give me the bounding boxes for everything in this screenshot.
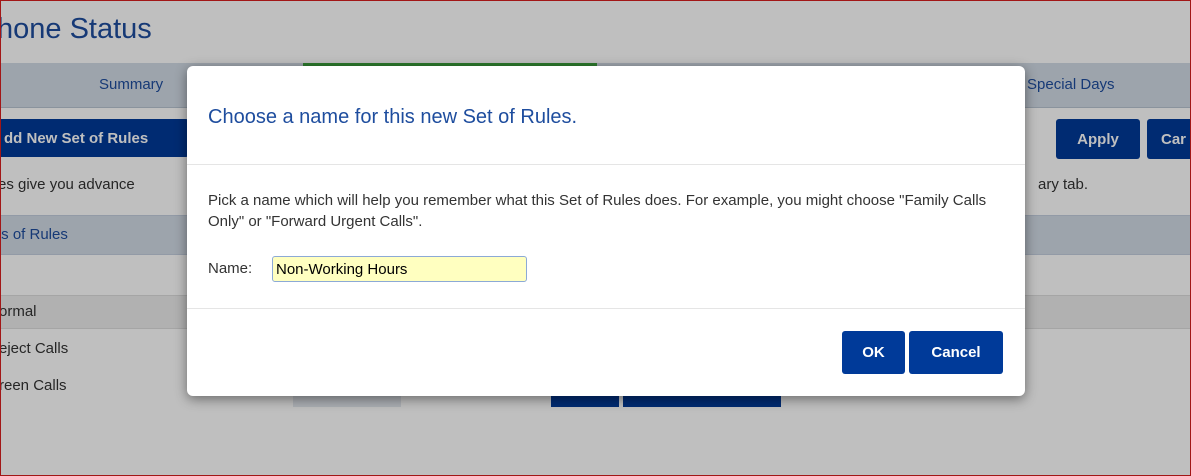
ok-button[interactable]: OK [842, 331, 905, 374]
dialog-divider [187, 308, 1025, 309]
dialog-body-text: Pick a name which will help you remember… [208, 192, 987, 230]
new-set-name-dialog: Choose a name for this new Set of Rules.… [187, 66, 1025, 396]
dialog-title: Choose a name for this new Set of Rules. [208, 106, 578, 128]
cancel-button[interactable]: Cancel [909, 331, 1003, 374]
dialog-divider [187, 164, 1025, 165]
name-label: Name: [208, 260, 253, 277]
name-input[interactable] [272, 256, 527, 282]
